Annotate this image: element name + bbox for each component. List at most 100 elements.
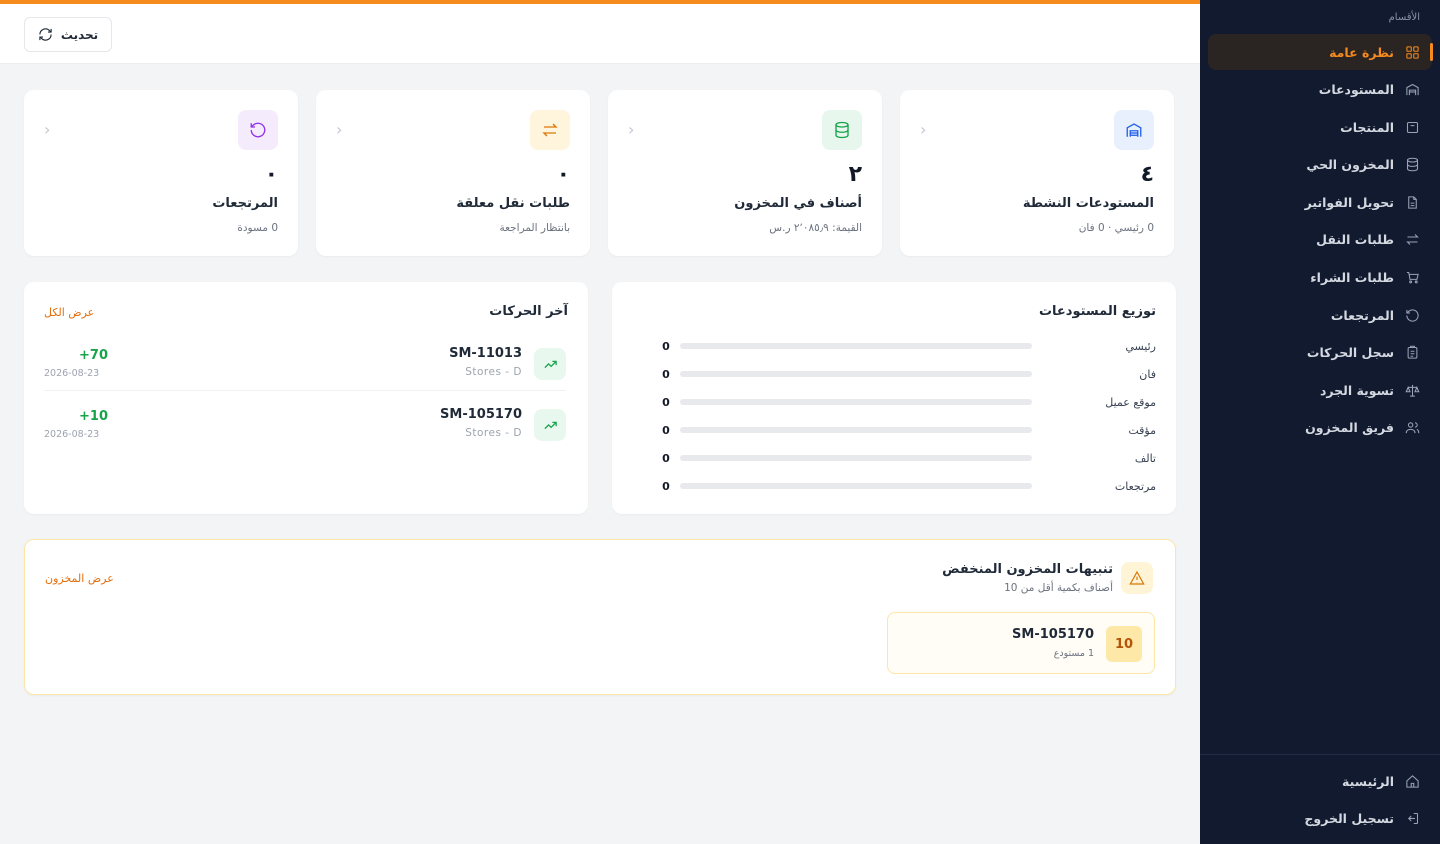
- stat-subtitle: القيمة: ٢٬٠٨٥٫٩ ر.س: [769, 222, 862, 234]
- low-stock-item[interactable]: 10 SM-105170 1 مستودع: [887, 612, 1155, 674]
- move-row[interactable]: SM-11013 Stores - D +70 2026-08-23: [44, 338, 566, 394]
- sidebar-item-label: فريق المخزون: [1305, 420, 1394, 436]
- move-code: SM-105170: [440, 407, 522, 422]
- move-quantity: +10: [79, 409, 108, 424]
- item-subtitle: 1 مستودع: [1053, 648, 1094, 659]
- sidebar-item-label: تحويل الفواتير: [1304, 194, 1394, 210]
- distribution-bar: [679, 455, 1033, 461]
- distribution-label: مؤقت: [1128, 423, 1156, 437]
- chevron-left-icon: ‹: [628, 120, 635, 139]
- distribution-title: توزيع المستودعات: [1038, 304, 1156, 319]
- file-icon: [1404, 194, 1420, 210]
- low-stock-subtitle: أصناف بكمية أقل من 10: [1004, 582, 1113, 594]
- distribution-bar: [679, 371, 1033, 377]
- database-icon: [822, 110, 862, 150]
- distribution-row: تالف 0: [656, 448, 1156, 468]
- move-location: Stores - D: [465, 427, 522, 439]
- stat-title: المستودعات النشطة: [1022, 196, 1154, 211]
- sidebar: الأقسام نظرة عامة المستودعات المنتجات ال…: [1200, 0, 1440, 844]
- stat-value: ٠: [556, 162, 570, 187]
- refresh-button[interactable]: تحديث: [24, 17, 112, 52]
- sidebar-section-label: الأقسام: [1388, 12, 1420, 23]
- distribution-value: 0: [662, 423, 670, 437]
- sidebar-item-live-stock[interactable]: المخزون الحي: [1208, 147, 1432, 183]
- sidebar-item-overview[interactable]: نظرة عامة: [1208, 34, 1433, 70]
- move-location: Stores - D: [465, 366, 522, 378]
- sidebar-nav: نظرة عامة المستودعات المنتجات المخزون ال…: [1208, 34, 1433, 448]
- sidebar-footer: الرئيسية تسجيل الخروج: [1200, 754, 1440, 844]
- distribution-row: مرتجعات 0: [656, 476, 1156, 496]
- sidebar-item-inventory-team[interactable]: فريق المخزون: [1208, 410, 1432, 446]
- sidebar-item-label: المخزون الحي: [1306, 157, 1394, 173]
- distribution-row: فان 0: [656, 364, 1156, 384]
- chevron-left-icon: ‹: [44, 120, 51, 139]
- sidebar-item-invoice-conversion[interactable]: تحويل الفواتير: [1208, 184, 1432, 220]
- stat-value: ٢: [848, 162, 862, 187]
- sidebar-item-purchase-requests[interactable]: طلبات الشراء: [1208, 260, 1432, 296]
- distribution-label: تالف: [1134, 451, 1156, 465]
- stat-title: أصناف في المخزون: [734, 196, 862, 211]
- users-icon: [1404, 420, 1420, 436]
- stat-title: طلبات نقل معلقة: [456, 196, 570, 211]
- quantity-badge: 10: [1106, 626, 1142, 662]
- distribution-value: 0: [662, 339, 670, 353]
- move-date: 2026-08-23: [44, 368, 100, 379]
- sidebar-item-transfer-requests[interactable]: طلبات النقل: [1208, 222, 1432, 258]
- sidebar-item-label: الرئيسية: [1342, 773, 1394, 789]
- stat-subtitle: بانتظار المراجعة: [499, 222, 570, 234]
- trending-up-icon: [534, 348, 566, 380]
- clipboard-icon: [1404, 345, 1420, 361]
- warehouse-distribution-card: توزيع المستودعات رئيسي 0 فان 0 موقع عميل…: [612, 282, 1176, 514]
- move-quantity: +70: [79, 348, 108, 363]
- stat-card-warehouses[interactable]: ‹ ٤ المستودعات النشطة 0 رئيسي · 0 فان: [900, 90, 1174, 256]
- refresh-label: تحديث: [60, 27, 99, 42]
- warehouse-icon: [1404, 82, 1420, 98]
- return-icon: [1404, 307, 1420, 323]
- stat-card-returns[interactable]: ‹ ٠ المرتجعات 0 مسودة: [24, 90, 298, 256]
- distribution-bar: [679, 343, 1033, 349]
- chevron-left-icon: ‹: [920, 120, 927, 139]
- distribution-label: مرتجعات: [1114, 479, 1156, 493]
- transfer-icon: [530, 110, 570, 150]
- distribution-value: 0: [662, 395, 670, 409]
- sidebar-item-logout[interactable]: تسجيل الخروج: [1208, 801, 1432, 837]
- low-stock-card: تنبيهات المخزون المنخفض أصناف بكمية أقل …: [24, 539, 1176, 695]
- moves-title: آخر الحركات: [489, 304, 568, 319]
- sidebar-item-warehouses[interactable]: المستودعات: [1208, 72, 1432, 108]
- distribution-row: موقع عميل 0: [656, 392, 1156, 412]
- stat-value: ٤: [1140, 162, 1154, 187]
- return-icon: [238, 110, 278, 150]
- distribution-bar: [679, 483, 1033, 489]
- stat-card-transfers[interactable]: ‹ ٠ طلبات نقل معلقة بانتظار المراجعة: [316, 90, 590, 256]
- top-bar: تحديث: [0, 0, 1200, 64]
- sidebar-item-products[interactable]: المنتجات: [1208, 109, 1432, 145]
- item-code: SM-105170: [1012, 627, 1094, 642]
- low-stock-title: تنبيهات المخزون المنخفض: [942, 562, 1113, 577]
- package-icon: [1404, 119, 1420, 135]
- distribution-value: 0: [662, 367, 670, 381]
- logout-icon: [1404, 811, 1420, 827]
- sidebar-item-returns[interactable]: المرتجعات: [1208, 297, 1432, 333]
- sidebar-item-movement-log[interactable]: سجل الحركات: [1208, 335, 1432, 371]
- sidebar-item-label: تسوية الجرد: [1319, 382, 1394, 398]
- sidebar-item-label: نظرة عامة: [1329, 44, 1394, 60]
- view-stock-link[interactable]: عرض المخزون: [45, 572, 114, 585]
- distribution-label: فان: [1139, 367, 1156, 381]
- distribution-bar: [679, 399, 1033, 405]
- distribution-label: رئيسي: [1125, 339, 1156, 353]
- warning-icon: [1121, 562, 1153, 594]
- sidebar-item-label: المنتجات: [1340, 119, 1394, 135]
- sidebar-item-inventory-adjustment[interactable]: تسوية الجرد: [1208, 372, 1432, 408]
- stat-title: المرتجعات: [212, 196, 278, 211]
- sidebar-item-label: طلبات النقل: [1316, 232, 1394, 248]
- refresh-icon: [39, 28, 52, 41]
- chevron-left-icon: ‹: [336, 120, 343, 139]
- latest-moves-card: آخر الحركات عرض الكل SM-11013 Stores - D…: [24, 282, 588, 514]
- distribution-row: رئيسي 0: [656, 336, 1156, 356]
- sidebar-item-home[interactable]: الرئيسية: [1208, 763, 1432, 799]
- view-all-link[interactable]: عرض الكل: [44, 306, 94, 319]
- stat-card-items[interactable]: ‹ ٢ أصناف في المخزون القيمة: ٢٬٠٨٥٫٩ ر.س: [608, 90, 882, 256]
- move-row[interactable]: SM-105170 Stores - D +10 2026-08-23: [44, 399, 566, 455]
- distribution-value: 0: [662, 451, 670, 465]
- distribution-label: موقع عميل: [1105, 395, 1156, 409]
